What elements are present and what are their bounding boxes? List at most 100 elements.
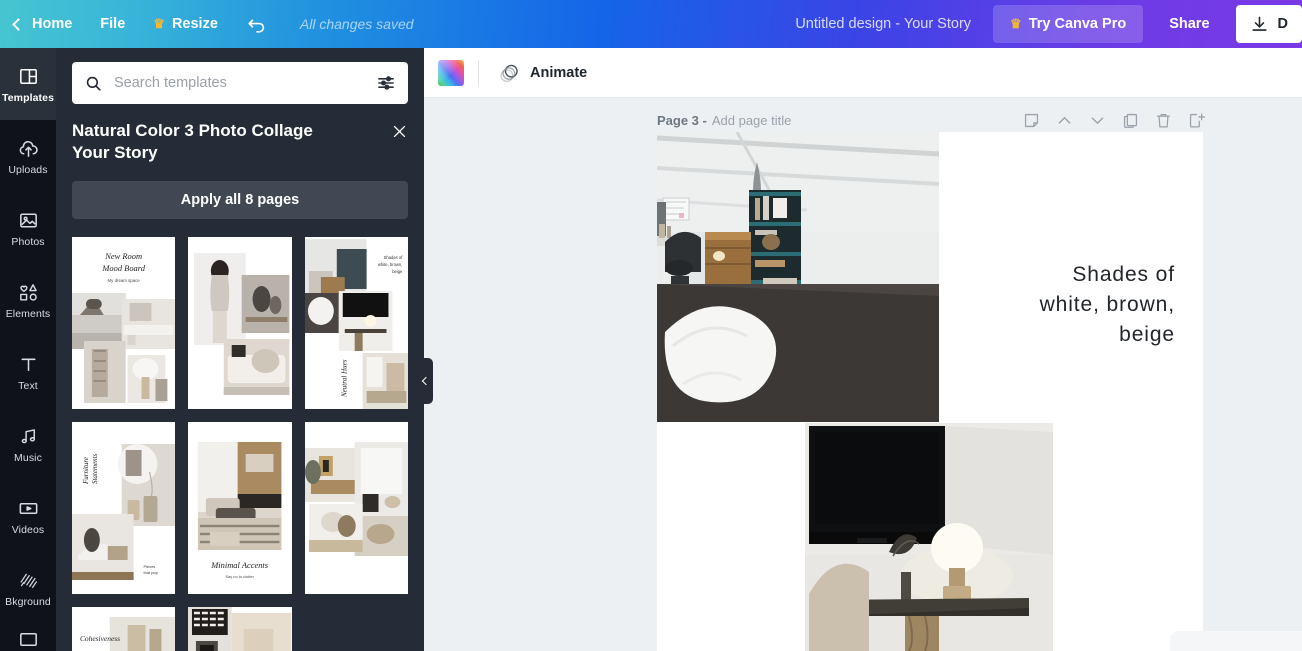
animate-button[interactable]: Animate [493, 56, 593, 90]
top-navigation-bar: Home File ♛ Resize All changes saved Unt… [0, 0, 1302, 48]
try-canva-pro-button[interactable]: ♛ Try Canva Pro [993, 5, 1143, 43]
design-title[interactable]: Untitled design - Your Story [795, 16, 971, 32]
video-icon [17, 497, 40, 520]
bottom-right-float-panel[interactable] [1170, 631, 1302, 651]
apply-all-pages-button[interactable]: Apply all 8 pages [72, 181, 408, 219]
undo-button[interactable] [232, 0, 282, 48]
sidebar-item-label: Music [14, 453, 42, 464]
template-thumbnail[interactable] [305, 422, 408, 594]
animate-label: Animate [530, 65, 587, 81]
sidebar-item-uploads[interactable]: Uploads [0, 120, 56, 192]
design-page-canvas[interactable]: Shades of white, brown, beige [657, 132, 1203, 651]
shapes-icon [17, 281, 40, 304]
svg-text:Mood Board: Mood Board [101, 263, 145, 273]
svg-text:white, brown,: white, brown, [378, 262, 403, 267]
design-text-block[interactable]: Shades of white, brown, beige [945, 260, 1175, 350]
search-box[interactable] [72, 62, 408, 104]
sidebar-item-label: Videos [12, 525, 45, 536]
add-page-title-link[interactable]: Add page title [712, 113, 792, 128]
apply-all-label: Apply all 8 pages [181, 192, 299, 208]
page-number-label: Page 3 - [657, 113, 707, 128]
save-status-text: All changes saved [300, 16, 414, 32]
sidebar-item-label: Templates [2, 93, 54, 104]
sidebar-item-text[interactable]: Text [0, 336, 56, 408]
svg-text:New Room: New Room [104, 251, 142, 261]
sidebar-item-music[interactable]: Music [0, 408, 56, 480]
sidebar-item-label: Elements [6, 309, 51, 320]
template-thumbnail[interactable]: Minimal Accents Say no to clutter [188, 422, 291, 594]
crown-icon: ♛ [1010, 17, 1022, 30]
svg-text:Neutral Hues: Neutral Hues [340, 359, 348, 398]
filter-sliders-icon[interactable] [376, 73, 396, 93]
resize-label: Resize [172, 16, 218, 32]
page-artwork [657, 132, 1203, 651]
download-button[interactable]: D [1236, 5, 1302, 43]
design-text-line: white, brown, [945, 290, 1175, 320]
sidebar-item-photos[interactable]: Photos [0, 192, 56, 264]
template-thumbnail[interactable] [188, 237, 291, 409]
undo-arrow-icon [246, 13, 268, 35]
trash-icon[interactable] [1154, 111, 1173, 130]
sidebar-item-bkground[interactable]: Bkground [0, 552, 56, 624]
cloud-upload-icon [17, 137, 40, 160]
duplicate-icon[interactable] [1121, 111, 1140, 130]
file-label: File [100, 16, 125, 32]
templates-panel: Natural Color 3 Photo Collage Your Story… [56, 48, 424, 651]
chevron-left-icon [421, 377, 429, 385]
close-icon[interactable] [391, 123, 408, 140]
template-thumbnail-grid: New Room Mood Board My dream space [56, 237, 424, 651]
background-hatch-icon [17, 569, 40, 592]
share-button[interactable]: Share [1153, 5, 1225, 43]
template-thumbnail[interactable] [305, 607, 408, 651]
svg-text:Shades of: Shades of [383, 255, 403, 260]
sidebar-item-elements[interactable]: Elements [0, 264, 56, 336]
text-icon [17, 353, 40, 376]
template-thumbnail[interactable]: Furniture Statements Pieces that pop [72, 422, 175, 594]
search-section [56, 48, 424, 104]
svg-text:My dream space: My dream space [108, 278, 141, 283]
share-label: Share [1169, 16, 1209, 32]
search-icon [84, 74, 103, 93]
canvas-area: Animate Page 3 - Add page title [424, 48, 1302, 651]
rainbow-color-swatch[interactable] [438, 60, 464, 86]
photo-tv-lamp-desk [805, 423, 1053, 651]
svg-text:Say no to clutter: Say no to clutter [226, 574, 255, 579]
home-label: Home [32, 16, 72, 32]
add-page-icon[interactable] [1187, 111, 1206, 130]
sidebar-item-label: Bkground [5, 597, 51, 608]
panel-title: Natural Color 3 Photo Collage Your Story [72, 120, 352, 164]
sidebar-item-label: Photos [11, 237, 44, 248]
canvas-toolbar: Animate [424, 48, 1302, 98]
toolbar-divider [478, 60, 479, 86]
template-thumbnail[interactable]: Shades of white, brown, beige Neutral Hu… [305, 237, 408, 409]
sidebar-item-more[interactable] [0, 624, 56, 651]
file-menu-button[interactable]: File [86, 0, 139, 48]
music-note-icon [17, 425, 40, 448]
resize-button[interactable]: ♛ Resize [139, 0, 232, 48]
svg-text:Cohesiveness: Cohesiveness [80, 634, 120, 643]
svg-text:Statements: Statements [91, 454, 99, 485]
svg-text:beige: beige [392, 269, 403, 274]
crown-icon: ♛ [153, 17, 165, 30]
sidebar-item-label: Uploads [8, 165, 47, 176]
templates-icon [17, 65, 40, 88]
page-header-row: Page 3 - Add page title [424, 98, 1302, 132]
svg-text:Minimal Accents: Minimal Accents [211, 560, 270, 570]
sidebar-item-templates[interactable]: Templates [0, 48, 56, 120]
chevron-down-icon[interactable] [1088, 111, 1107, 130]
home-button[interactable]: Home [0, 0, 86, 48]
sidebar-item-videos[interactable]: Videos [0, 480, 56, 552]
template-thumbnail[interactable]: New Room Mood Board My dream space [72, 237, 175, 409]
topbar-right-group: Untitled design - Your Story ♛ Try Canva… [795, 0, 1302, 48]
chevron-up-icon[interactable] [1055, 111, 1074, 130]
template-thumbnail[interactable]: Cohesiveness [72, 607, 175, 651]
svg-text:Furniture: Furniture [82, 457, 90, 485]
collapse-panel-handle[interactable] [416, 358, 433, 404]
design-text-line: Shades of [945, 260, 1175, 290]
notes-icon[interactable] [1022, 111, 1041, 130]
photo-office-room [657, 132, 939, 422]
template-thumbnail[interactable] [188, 607, 291, 651]
panel-header: Natural Color 3 Photo Collage Your Story [56, 104, 424, 164]
svg-text:that pop: that pop [144, 570, 159, 575]
search-input[interactable] [114, 75, 376, 91]
